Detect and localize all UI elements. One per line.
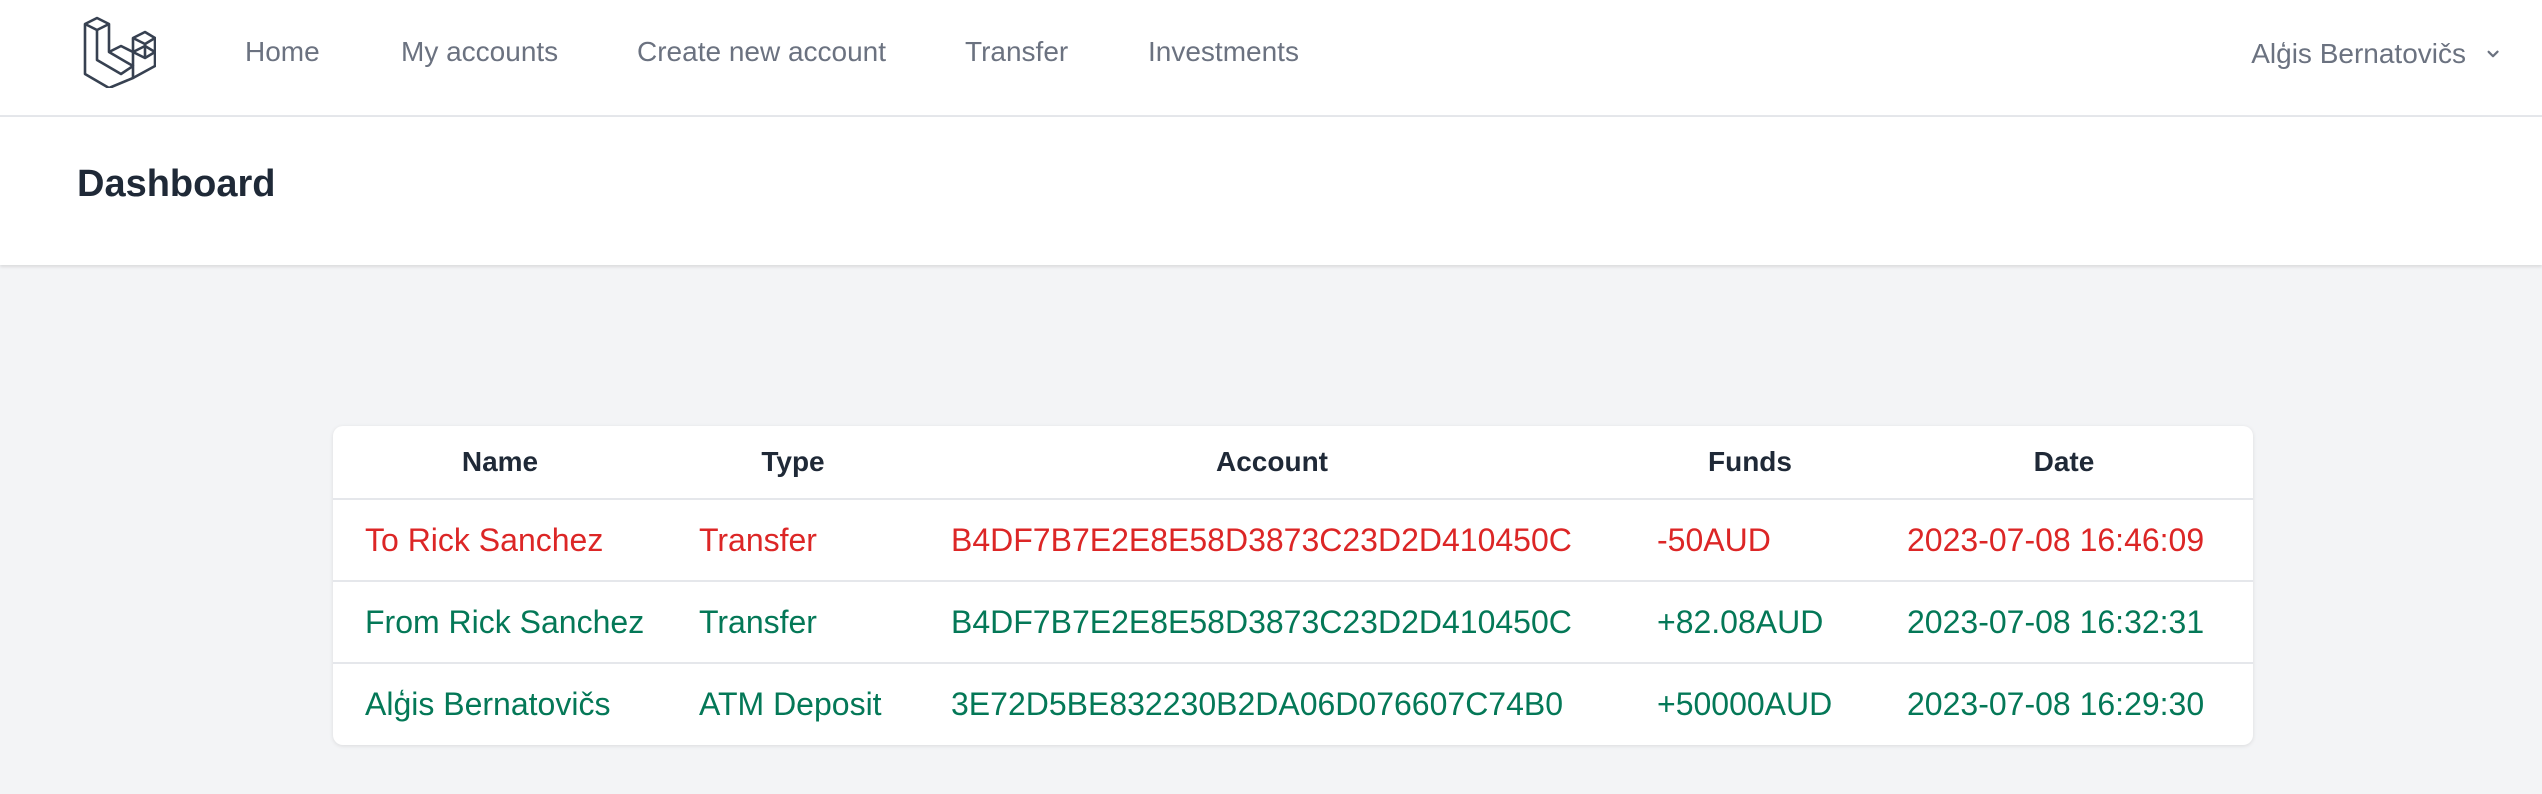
cell-date: 2023-07-08 16:46:09: [1907, 521, 2205, 558]
table-row: Alģis Bernatovičs ATM Deposit 3E72D5BE83…: [333, 663, 2253, 745]
cell-type: ATM Deposit: [699, 686, 882, 722]
cell-date: 2023-07-08 16:29:30: [1907, 686, 2205, 722]
cell-type: Transfer: [699, 521, 817, 558]
cell-funds: -50AUD: [1657, 521, 1771, 558]
column-header-date: Date: [2033, 446, 2095, 477]
column-header-name: Name: [461, 446, 539, 477]
cell-name: Alģis Bernatovičs: [365, 686, 611, 722]
cell-funds: +50000AUD: [1657, 686, 1833, 722]
column-header-type: Type: [761, 446, 825, 477]
column-header-account: Account: [1216, 446, 1328, 477]
cell-date: 2023-07-08 16:32:31: [1907, 603, 2205, 640]
table-row: From Rick Sanchez Transfer B4DF7B7E2E8E5…: [333, 581, 2253, 663]
table-header-row: Name Type Account Funds Date: [333, 426, 2253, 499]
nav-link-my-accounts[interactable]: My accounts: [401, 36, 558, 68]
cell-funds: +82.08AUD: [1657, 603, 1824, 640]
cell-name: To Rick Sanchez: [365, 521, 604, 558]
page-title: Dashboard: [77, 163, 276, 205]
transactions-card: Name Type Account Funds Date To Rick San…: [333, 426, 2253, 745]
nav-link-create-new-account[interactable]: Create new account: [637, 36, 886, 68]
nav-link-transfer[interactable]: Transfer: [965, 36, 1068, 68]
chevron-down-icon: [2487, 50, 2499, 58]
table-row: To Rick Sanchez Transfer B4DF7B7E2E8E58D…: [333, 499, 2253, 581]
cell-account: B4DF7B7E2E8E58D3873C23D2D410450C: [951, 521, 1572, 558]
nav-link-home[interactable]: Home: [245, 36, 320, 68]
user-menu-dropdown[interactable]: Alģis Bernatovičs: [2251, 34, 2504, 74]
transactions-table: Name Type Account Funds Date To Rick San…: [333, 426, 2253, 745]
user-name: Alģis Bernatovičs: [2251, 38, 2466, 69]
cell-account: 3E72D5BE832230B2DA06D076607C74B0: [951, 686, 1564, 722]
column-header-funds: Funds: [1708, 446, 1792, 477]
laravel-logo-icon[interactable]: [82, 16, 156, 88]
cell-name: From Rick Sanchez: [365, 603, 645, 640]
cell-type: Transfer: [699, 603, 817, 640]
page-header: Dashboard: [0, 117, 2542, 265]
nav-link-investments[interactable]: Investments: [1148, 36, 1299, 68]
cell-account: B4DF7B7E2E8E58D3873C23D2D410450C: [951, 603, 1572, 640]
top-navbar: Home My accounts Create new account Tran…: [0, 0, 2542, 117]
